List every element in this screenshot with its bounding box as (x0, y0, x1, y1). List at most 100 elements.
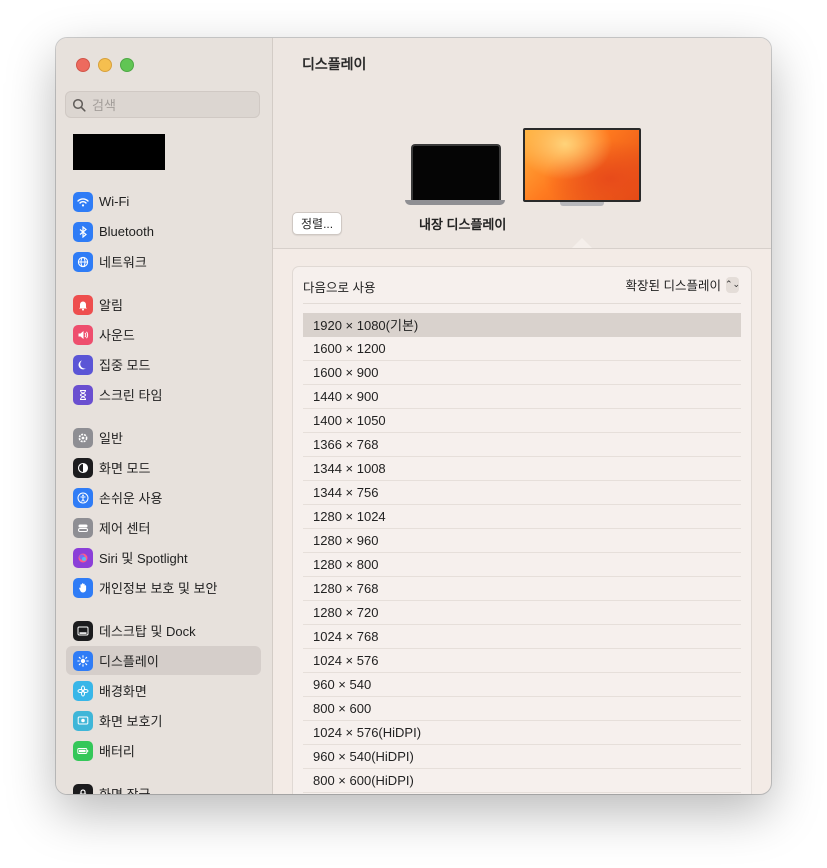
appearance-icon (73, 457, 93, 478)
resolution-option[interactable]: 1366 × 768 (303, 433, 741, 457)
zoom-button[interactable] (120, 58, 134, 72)
sidebar-item-accessibility[interactable]: 손쉬운 사용 (66, 483, 261, 512)
resolution-option[interactable]: 1024 × 576(HiDPI) (303, 721, 741, 745)
hourglass-icon (73, 384, 93, 405)
resolution-option[interactable]: 960 × 540(HiDPI) (303, 745, 741, 769)
arrange-button[interactable]: 정렬... (292, 212, 343, 235)
sidebar-item-globe[interactable]: 네트워크 (66, 247, 261, 276)
main-content: 디스플레이 정렬... 내장 디스플레이 다음으로 사용 확장된 디스플레이 ⌃… (273, 38, 771, 794)
resolution-option[interactable]: 1280 × 1024 (303, 505, 741, 529)
resolution-option[interactable]: 1280 × 768 (303, 577, 741, 601)
hand-icon (73, 577, 93, 598)
moon-icon (73, 354, 93, 375)
sidebar-item-label: 화면 잠금 (99, 784, 150, 794)
sidebar-item-label: Bluetooth (99, 224, 154, 239)
globe-icon (73, 251, 93, 272)
resolution-option[interactable]: 800 × 600(HiDPI) (303, 769, 741, 793)
sidebar-item-label: 화면 보호기 (99, 714, 163, 729)
resolution-option[interactable]: 1344 × 1008 (303, 457, 741, 481)
sidebar-item-label: 집중 모드 (99, 358, 151, 373)
external-display-thumbnail[interactable] (523, 128, 641, 206)
window-controls (76, 58, 134, 72)
gear-icon (73, 427, 93, 448)
sidebar-item-lock[interactable]: 화면 잠금 (66, 779, 261, 794)
resolution-option[interactable]: 1600 × 1200 (303, 337, 741, 361)
use-as-value: 확장된 디스플레이 (625, 279, 721, 293)
sidebar-item-flower[interactable]: 배경화면 (66, 676, 261, 705)
sidebar-item-siri[interactable]: Siri 및 Spotlight (66, 543, 261, 572)
screensaver-icon (73, 710, 93, 731)
resolution-option[interactable]: 1280 × 960 (303, 529, 741, 553)
laptop-base (405, 200, 505, 205)
search-field[interactable]: 검색 (65, 91, 260, 118)
divider (303, 303, 741, 304)
sidebar-item-label: 알림 (99, 298, 123, 313)
control-center-icon (73, 517, 93, 538)
resolution-option[interactable]: 1440 × 900 (303, 385, 741, 409)
wifi-icon (73, 191, 93, 212)
sidebar-item-label: 제어 센터 (99, 521, 151, 536)
sidebar-item-appearance[interactable]: 화면 모드 (66, 453, 261, 482)
sidebar-item-label: 사운드 (99, 328, 135, 343)
monitor-screen (523, 128, 641, 202)
resolution-option[interactable]: 1920 × 1080(기본) (303, 313, 741, 337)
bell-icon (73, 294, 93, 315)
resolution-option[interactable]: 1400 × 1050 (303, 409, 741, 433)
sidebar-item-speaker[interactable]: 사운드 (66, 320, 261, 349)
resolution-option[interactable]: 1024 × 768 (303, 625, 741, 649)
sidebar-item-hand[interactable]: 개인정보 보호 및 보안 (66, 573, 261, 602)
resolution-option[interactable]: 1344 × 756 (303, 481, 741, 505)
display-arrangement-area: 디스플레이 정렬... 내장 디스플레이 (273, 38, 771, 249)
settings-window: 검색 Wi-Fi Bluetooth 네트워크알림사운드집중 모드스크린 타임일반화… (56, 38, 771, 794)
sidebar-item-bell[interactable]: 알림 (66, 290, 261, 319)
sidebar-item-bluetooth[interactable]: Bluetooth (66, 217, 261, 246)
use-as-popup[interactable]: 확장된 디스플레이 ⌃⌄ (625, 275, 740, 294)
minimize-button[interactable] (98, 58, 112, 72)
sidebar-item-battery[interactable]: 배터리 (66, 736, 261, 765)
page-title: 디스플레이 (302, 56, 367, 72)
sidebar: 검색 Wi-Fi Bluetooth 네트워크알림사운드집중 모드스크린 타임일반화… (56, 38, 273, 794)
sidebar-item-sun[interactable]: 디스플레이 (66, 646, 261, 675)
sidebar-item-label: 손쉬운 사용 (99, 491, 163, 506)
sidebar-item-control-center[interactable]: 제어 센터 (66, 513, 261, 542)
search-icon (72, 98, 86, 112)
resolution-option[interactable]: 800 × 600 (303, 697, 741, 721)
sidebar-item-label: 스크린 타임 (99, 388, 163, 403)
sidebar-item-gear[interactable]: 일반 (66, 423, 261, 452)
account-redacted[interactable] (73, 134, 165, 170)
resolution-list: 1920 × 1080(기본) 1600 × 1200 1600 × 900 1440… (303, 313, 741, 793)
sidebar-item-label: 개인정보 보호 및 보안 (99, 581, 218, 596)
sidebar-item-dock[interactable]: 데스크탑 및 Dock (66, 616, 261, 645)
search-placeholder: 검색 (92, 98, 116, 113)
resolution-option[interactable]: 1280 × 800 (303, 553, 741, 577)
dock-icon (73, 620, 93, 641)
resolution-option[interactable]: 960 × 540 (303, 673, 741, 697)
display-settings-panel: 다음으로 사용 확장된 디스플레이 ⌃⌄ 1920 × 1080(기본) 1600… (292, 266, 752, 794)
laptop-screen (411, 144, 501, 200)
accessibility-icon (73, 487, 93, 508)
sidebar-item-label: Wi-Fi (99, 194, 130, 209)
sidebar-item-label: 네트워크 (99, 255, 147, 270)
use-as-label: 다음으로 사용 (303, 281, 376, 295)
sidebar-item-hourglass[interactable]: 스크린 타임 (66, 380, 261, 409)
monitor-stand (560, 202, 604, 206)
battery-icon (73, 740, 93, 761)
bluetooth-icon (73, 221, 93, 242)
sidebar-item-label: 디스플레이 (99, 654, 159, 669)
sidebar-item-moon[interactable]: 집중 모드 (66, 350, 261, 379)
sidebar-item-label: 화면 모드 (99, 461, 151, 476)
resolution-option[interactable]: 1024 × 576 (303, 649, 741, 673)
close-button[interactable] (76, 58, 90, 72)
popup-chevron-icon: ⌃⌄ (725, 276, 740, 293)
sidebar-item-wifi[interactable]: Wi-Fi (66, 187, 261, 216)
sidebar-item-label: 일반 (99, 431, 123, 446)
sun-icon (73, 650, 93, 671)
siri-icon (73, 547, 93, 568)
sidebar-item-label: 데스크탑 및 Dock (99, 624, 196, 639)
resolution-option[interactable]: 1600 × 900 (303, 361, 741, 385)
speaker-icon (73, 324, 93, 345)
builtin-display-thumbnail[interactable] (405, 144, 505, 205)
flower-icon (73, 680, 93, 701)
sidebar-item-screensaver[interactable]: 화면 보호기 (66, 706, 261, 735)
resolution-option[interactable]: 1280 × 720 (303, 601, 741, 625)
